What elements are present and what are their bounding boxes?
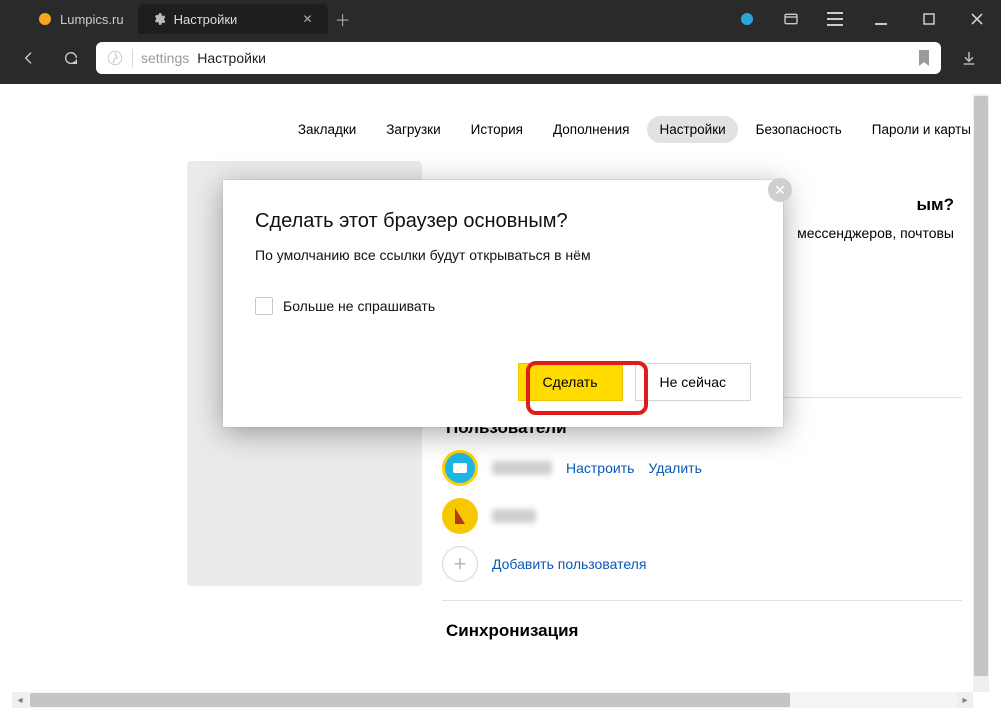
gear-icon bbox=[152, 12, 166, 26]
bookmark-icon[interactable] bbox=[917, 50, 931, 66]
address-text: Настройки bbox=[197, 50, 266, 66]
window-controls bbox=[725, 0, 1001, 38]
user-avatar-2-icon[interactable] bbox=[442, 498, 478, 534]
modal-button-row: Сделать Не сейчас bbox=[255, 363, 751, 401]
reload-button[interactable] bbox=[54, 39, 88, 77]
back-button[interactable] bbox=[12, 39, 46, 77]
menu-icon[interactable] bbox=[813, 0, 857, 38]
address-prefix: settings bbox=[141, 50, 189, 66]
checkbox-label: Больше не спрашивать bbox=[283, 298, 435, 314]
downloads-button[interactable] bbox=[949, 39, 989, 77]
user-name-blur bbox=[492, 461, 552, 475]
nav-settings[interactable]: Настройки bbox=[647, 116, 737, 143]
make-default-button[interactable]: Сделать bbox=[518, 363, 623, 401]
user-row-2 bbox=[442, 498, 989, 534]
close-tab-icon[interactable]: ✕ bbox=[302, 13, 314, 25]
not-now-button[interactable]: Не сейчас bbox=[635, 363, 751, 401]
tab-label: Настройки bbox=[174, 12, 238, 27]
nav-bookmarks[interactable]: Закладки bbox=[286, 116, 368, 143]
user-remove-link[interactable]: Удалить bbox=[648, 460, 701, 476]
extension-icon[interactable] bbox=[725, 0, 769, 38]
scroll-right-icon[interactable]: ▸ bbox=[957, 692, 973, 708]
tab-lumpics[interactable]: Lumpics.ru bbox=[24, 4, 138, 34]
address-toolbar: settings Настройки bbox=[0, 38, 1001, 84]
modal-close-icon[interactable]: ✕ bbox=[768, 178, 792, 202]
vertical-scrollbar[interactable] bbox=[973, 94, 989, 692]
tab-settings[interactable]: Настройки ✕ bbox=[138, 4, 328, 34]
modal-subtitle: По умолчанию все ссылки будут открыватьс… bbox=[255, 247, 751, 263]
default-browser-modal: Сделать этот браузер основным? По умолча… bbox=[223, 180, 783, 427]
minimize-button[interactable] bbox=[857, 0, 905, 38]
maximize-button[interactable] bbox=[905, 0, 953, 38]
browser-chrome: Lumpics.ru Настройки ✕ ＋ bbox=[0, 0, 1001, 84]
horizontal-scroll-thumb[interactable] bbox=[30, 693, 790, 707]
new-tab-button[interactable]: ＋ bbox=[328, 4, 358, 34]
user-avatar-1-icon[interactable] bbox=[442, 450, 478, 486]
nav-security[interactable]: Безопасность bbox=[744, 116, 854, 143]
vertical-scroll-thumb[interactable] bbox=[974, 96, 988, 676]
nav-passwords[interactable]: Пароли и карты bbox=[860, 116, 983, 143]
modal-title: Сделать этот браузер основным? bbox=[255, 210, 751, 233]
lumpics-favicon-icon bbox=[38, 12, 52, 26]
section-divider bbox=[442, 600, 962, 601]
nav-downloads[interactable]: Загрузки bbox=[374, 116, 452, 143]
nav-addons[interactable]: Дополнения bbox=[541, 116, 641, 143]
tab-label: Lumpics.ru bbox=[60, 12, 124, 27]
nav-history[interactable]: История bbox=[459, 116, 535, 143]
address-bar[interactable]: settings Настройки bbox=[96, 42, 941, 74]
add-user-icon[interactable]: + bbox=[442, 546, 478, 582]
dont-ask-checkbox[interactable]: Больше не спрашивать bbox=[255, 297, 751, 315]
add-user-label: Добавить пользователя bbox=[492, 556, 646, 572]
settings-topnav: Закладки Загрузки История Дополнения Нас… bbox=[12, 94, 989, 161]
scroll-left-icon[interactable]: ◂ bbox=[12, 692, 28, 708]
user-name-blur bbox=[492, 509, 536, 523]
user-configure-link[interactable]: Настроить bbox=[566, 460, 634, 476]
checkbox-box-icon[interactable] bbox=[255, 297, 273, 315]
yandex-logo-icon bbox=[106, 49, 124, 67]
add-user-row[interactable]: + Добавить пользователя bbox=[442, 546, 989, 582]
tableau-icon[interactable] bbox=[769, 0, 813, 38]
horizontal-scrollbar[interactable]: ◂ ▸ bbox=[12, 692, 973, 708]
separator bbox=[132, 49, 133, 67]
sync-title: Синхронизация bbox=[446, 621, 989, 641]
user-row-1: Настроить Удалить bbox=[442, 450, 989, 486]
tab-strip: Lumpics.ru Настройки ✕ ＋ bbox=[0, 0, 1001, 38]
close-window-button[interactable] bbox=[953, 0, 1001, 38]
